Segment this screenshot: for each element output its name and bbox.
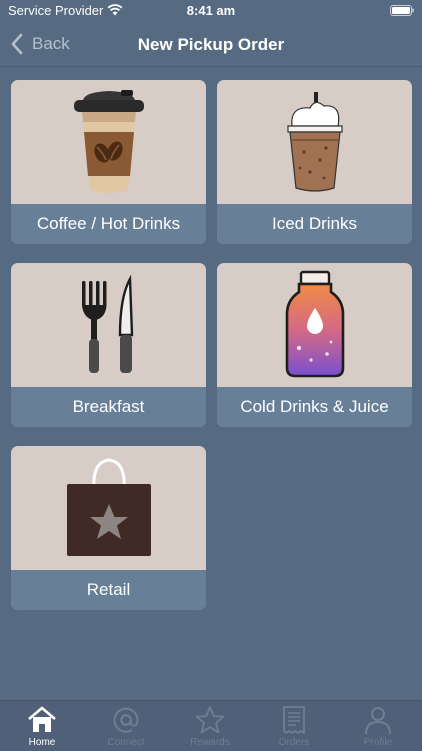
category-tile-breakfast[interactable]: Breakfast [11, 263, 206, 427]
category-label: Coffee / Hot Drinks [11, 204, 206, 244]
navigation-bar: Back New Pickup Order [0, 22, 422, 67]
tab-label: Orders [278, 737, 310, 748]
category-label: Cold Drinks & Juice [217, 387, 412, 427]
juice-bottle-icon [285, 270, 344, 378]
category-tile-iced-drinks[interactable]: Iced Drinks [217, 80, 412, 244]
tab-label: Rewards [190, 737, 230, 748]
tab-bar: Home Connect Rewards Orders Profile [0, 700, 422, 751]
battery-icon [390, 5, 414, 16]
category-tile-retail[interactable]: Retail [11, 446, 206, 610]
shopping-bag-icon [66, 458, 151, 556]
iced-drink-icon [286, 91, 343, 192]
coffee-cup-icon [73, 89, 144, 193]
category-label: Iced Drinks [217, 204, 412, 244]
person-icon [365, 707, 391, 735]
category-label: Breakfast [11, 387, 206, 427]
tab-rewards[interactable]: Rewards [168, 701, 252, 751]
tab-label: Connect [107, 737, 145, 748]
status-bar: Service Provider 8:41 am [0, 0, 422, 22]
at-sign-icon [113, 707, 139, 733]
page-title: New Pickup Order [137, 35, 285, 54]
home-icon [28, 706, 56, 732]
tab-label: Home [28, 737, 56, 748]
category-label: Retail [11, 570, 206, 610]
receipt-icon [283, 706, 305, 734]
clock: 8:41 am [186, 3, 236, 18]
star-icon [195, 706, 225, 734]
tab-connect[interactable]: Connect [84, 701, 168, 751]
category-tile-coffee[interactable]: Coffee / Hot Drinks [11, 80, 206, 244]
fork-knife-icon [81, 274, 133, 373]
tab-home[interactable]: Home [0, 701, 84, 751]
category-tile-cold-drinks[interactable]: Cold Drinks & Juice [217, 263, 412, 427]
tab-label: Profile [363, 737, 393, 748]
tab-profile[interactable]: Profile [336, 701, 420, 751]
tab-orders[interactable]: Orders [252, 701, 336, 751]
